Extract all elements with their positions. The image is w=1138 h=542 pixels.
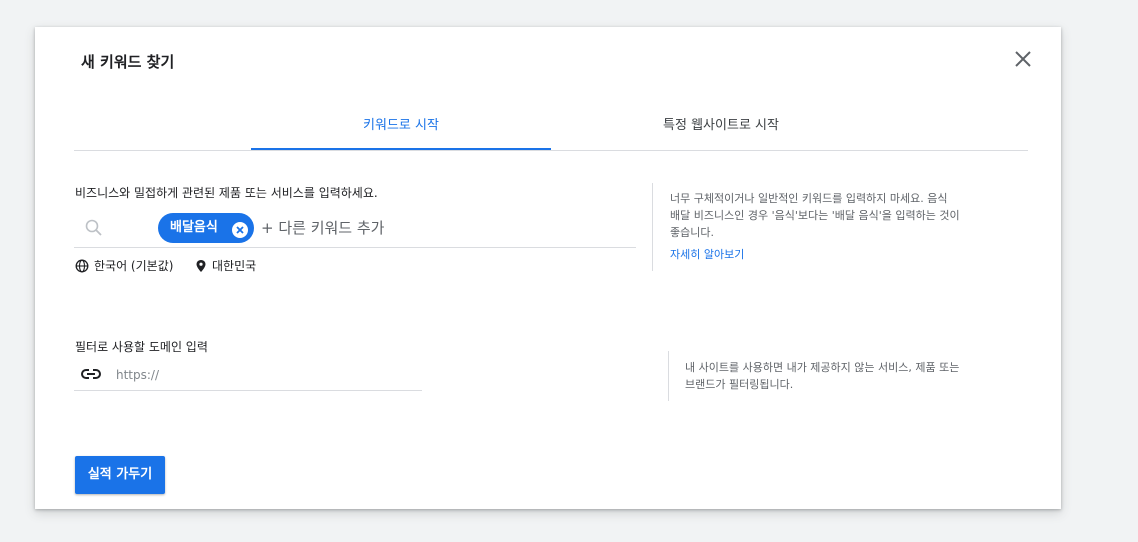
location-value: 대한민국 [212, 259, 257, 273]
tab-bar: 키워드로 시작 특정 웹사이트로 시작 [74, 110, 1028, 151]
tab-keyword-start[interactable]: 키워드로 시작 [251, 110, 551, 150]
domain-help-text: 내 사이트를 사용하면 내가 제공하지 않는 서비스, 제품 또는 브랜드가 필… [685, 359, 959, 393]
domain-url-input[interactable] [114, 364, 418, 386]
keyword-help-text: 너무 구체적이거나 일반적인 키워드를 입력하지 마세요. 음식 배달 비즈니스… [670, 190, 960, 241]
keyword-chip[interactable]: 배달음식 [158, 213, 254, 243]
add-keyword-input[interactable]: + 다른 키워드 추가 [261, 217, 384, 238]
divider [652, 183, 653, 271]
location-pin-icon [196, 259, 206, 272]
divider [668, 351, 669, 401]
language-selector[interactable]: 한국어 (기본값) [75, 257, 173, 274]
location-selector[interactable]: 대한민국 [195, 257, 256, 274]
domain-help-line: 브랜드가 필터링됩니다. [685, 378, 794, 391]
link-icon [80, 366, 102, 385]
tab-website-start[interactable]: 특정 웹사이트로 시작 [571, 110, 871, 148]
keyword-help-line: 배달 비즈니스인 경우 '음식'보다는 '배달 음식'을 입력하는 것이 [670, 209, 960, 222]
learn-more-link[interactable]: 자세히 알아보기 [670, 246, 744, 262]
keyword-input-label: 비즈니스와 밀접하게 관련된 제품 또는 서비스를 입력하세요. [75, 186, 378, 200]
remove-chip-icon[interactable] [232, 220, 248, 238]
keyword-help-line: 좋습니다. [670, 226, 714, 239]
globe-icon [75, 259, 89, 272]
keyword-chip-label: 배달음식 [170, 220, 218, 235]
search-icon [84, 218, 104, 242]
dialog-title: 새 키워드 찾기 [81, 53, 175, 71]
keyword-help-line: 너무 구체적이거나 일반적인 키워드를 입력하지 마세요. 음식 [670, 192, 948, 205]
keyword-input-box[interactable]: 배달음식 + 다른 키워드 추가 [74, 207, 636, 248]
get-results-button[interactable]: 실적 가두기 [75, 456, 165, 494]
close-icon[interactable] [1011, 47, 1035, 71]
language-value: 한국어 (기본값) [94, 259, 174, 273]
keyword-dialog: 새 키워드 찾기 키워드로 시작 특정 웹사이트로 시작 비즈니스와 밀접하게 … [35, 27, 1061, 509]
domain-input-label: 필터로 사용할 도메인 입력 [75, 340, 208, 354]
domain-help-line: 내 사이트를 사용하면 내가 제공하지 않는 서비스, 제품 또는 [685, 361, 960, 374]
domain-input-box [74, 360, 422, 391]
